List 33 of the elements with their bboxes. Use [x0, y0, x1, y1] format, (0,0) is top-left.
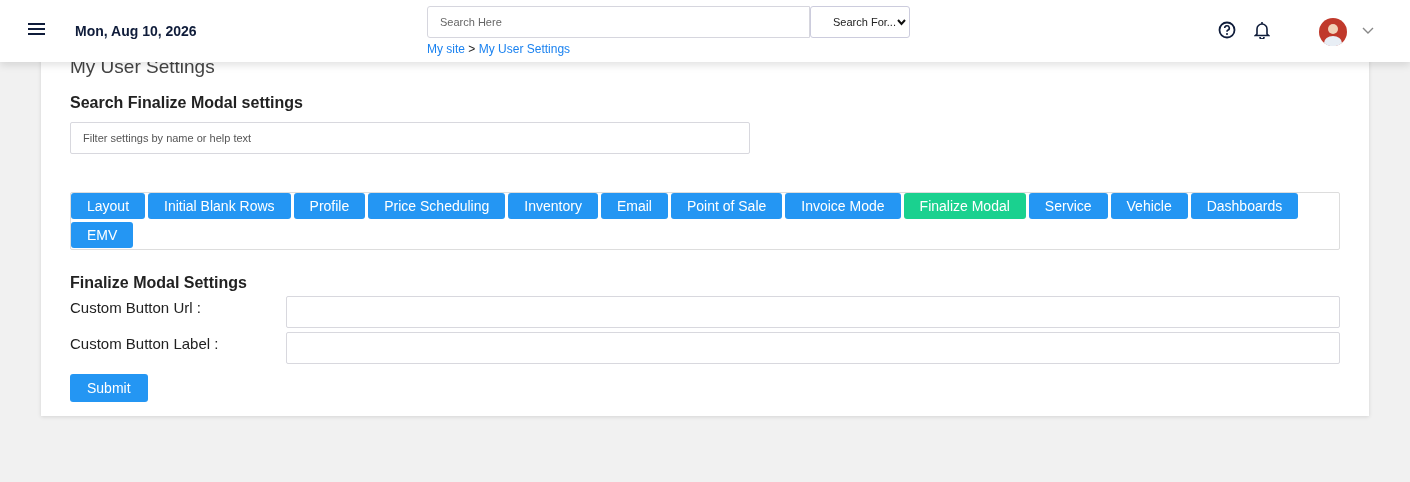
- tab[interactable]: EMV: [71, 222, 134, 248]
- tab[interactable]: Profile: [293, 193, 366, 219]
- tab[interactable]: Service: [1028, 193, 1108, 219]
- tab[interactable]: Dashboards: [1190, 193, 1299, 219]
- caret-icon: [897, 18, 906, 26]
- tab[interactable]: Invoice Mode: [785, 193, 901, 219]
- avatar-icon[interactable]: [1319, 18, 1347, 46]
- chevron-down-icon[interactable]: [1362, 25, 1374, 35]
- section-heading: Finalize Modal Settings: [70, 274, 248, 292]
- field-label: Custom Button Url :: [70, 298, 202, 316]
- input-field[interactable]: [286, 332, 1340, 364]
- breadcrumb-separator: >: [468, 42, 476, 56]
- current-date: Mon, Aug 10, 2026: [75, 23, 198, 39]
- submit-button[interactable]: Submit: [70, 374, 148, 402]
- tab[interactable]: Point of Sale: [670, 193, 783, 219]
- filter-field[interactable]: Filter settings by name or help text: [70, 122, 750, 154]
- breadcrumb-link[interactable]: My site: [427, 42, 465, 56]
- menu-icon[interactable]: [28, 22, 45, 36]
- breadcrumb-link[interactable]: My User Settings: [478, 42, 571, 56]
- search-field[interactable]: Search Here: [427, 6, 810, 38]
- tab[interactable]: Email: [600, 193, 668, 219]
- tab[interactable]: Finalize Modal: [903, 193, 1026, 219]
- tab[interactable]: Vehicle: [1110, 193, 1188, 219]
- tab[interactable]: Inventory: [508, 193, 598, 219]
- help-icon[interactable]: [1218, 21, 1236, 39]
- search-type-dropdown[interactable]: Search For...: [810, 6, 910, 38]
- tab[interactable]: Initial Blank Rows: [148, 193, 291, 219]
- tab[interactable]: Layout: [71, 193, 146, 219]
- field-label: Custom Button Label :: [70, 334, 220, 352]
- bell-icon[interactable]: [1254, 21, 1270, 39]
- tab[interactable]: Price Scheduling: [368, 193, 506, 219]
- section-heading: Search Finalize Modal settings: [70, 94, 304, 112]
- input-field[interactable]: [286, 296, 1340, 328]
